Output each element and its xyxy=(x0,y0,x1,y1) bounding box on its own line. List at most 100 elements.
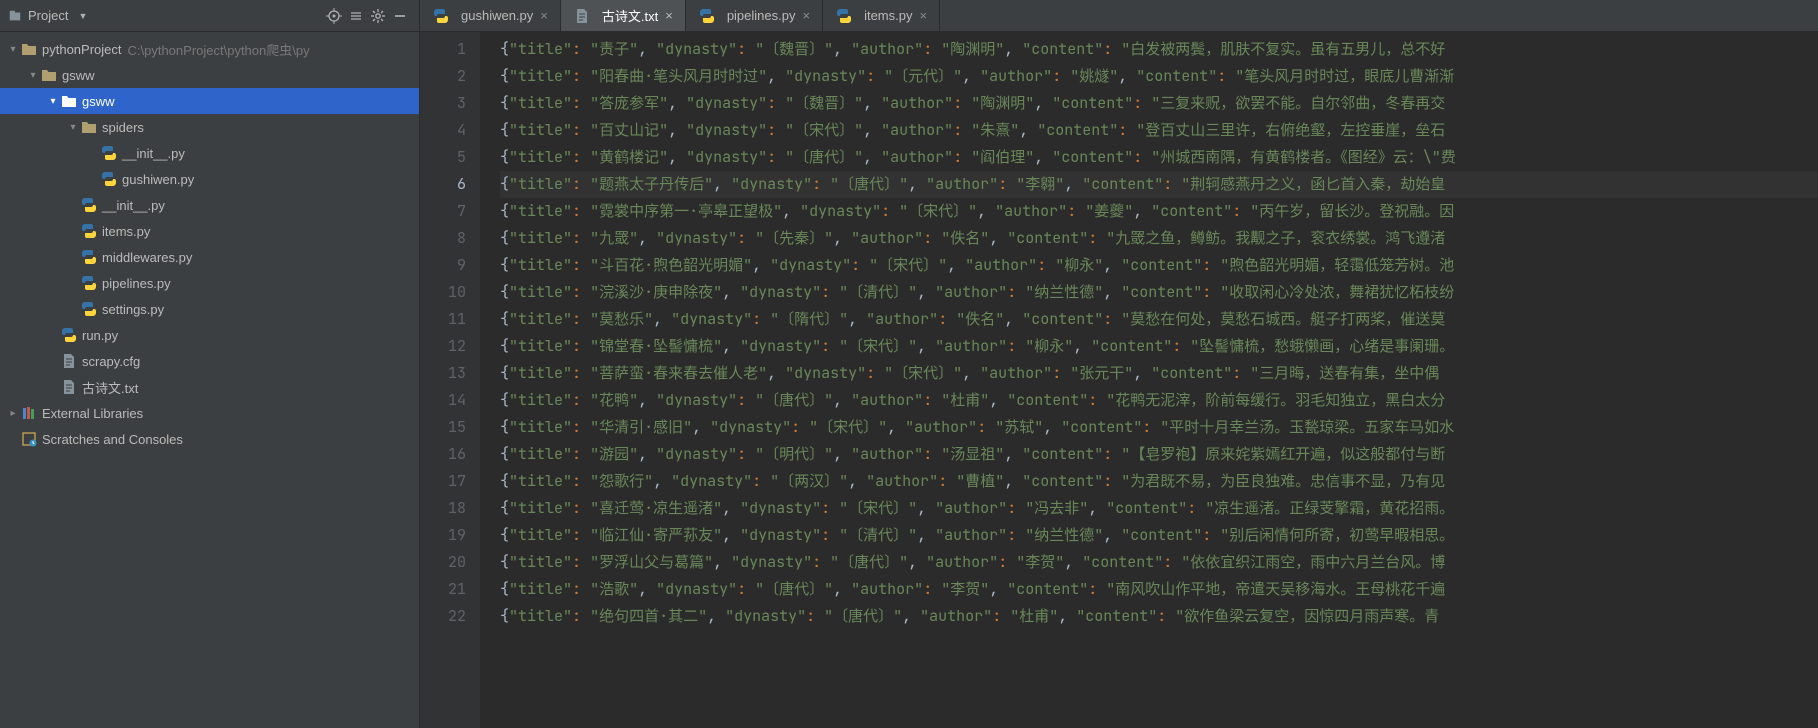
code-line[interactable]: {"title": "九罭", "dynasty": "〔先秦〕", "auth… xyxy=(500,225,1818,252)
line-number: 22 xyxy=(420,603,466,630)
code-line[interactable]: {"title": "临江仙·寄严荪友", "dynasty": "〔清代〕",… xyxy=(500,522,1818,549)
line-number: 8 xyxy=(420,225,466,252)
line-number: 9 xyxy=(420,252,466,279)
editor-tab[interactable]: pipelines.py × xyxy=(686,0,823,31)
line-number: 20 xyxy=(420,549,466,576)
code-line[interactable]: {"title": "华清引·感旧", "dynasty": "〔宋代〕", "… xyxy=(500,414,1818,441)
editor-area: gushiwen.py×古诗文.txt×pipelines.py×items.p… xyxy=(420,0,1818,728)
py-icon xyxy=(80,301,98,317)
code-line[interactable]: {"title": "百丈山记", "dynasty": "〔宋代〕", "au… xyxy=(500,117,1818,144)
tree-row[interactable]: ▾pythonProjectC:\pythonProject\python爬虫\… xyxy=(0,36,419,62)
code-line[interactable]: {"title": "浩歌", "dynasty": "〔唐代〕", "auth… xyxy=(500,576,1818,603)
tree-row[interactable]: run.py xyxy=(0,322,419,348)
project-tree[interactable]: ▾pythonProjectC:\pythonProject\python爬虫\… xyxy=(0,32,419,728)
tree-row[interactable]: __init__.py xyxy=(0,192,419,218)
chevron-right-icon: ▸ xyxy=(6,408,20,419)
hide-icon[interactable] xyxy=(389,5,411,27)
code-line[interactable]: {"title": "游园", "dynasty": "〔明代〕", "auth… xyxy=(500,441,1818,468)
tree-row[interactable]: gushiwen.py xyxy=(0,166,419,192)
editor-tabs: gushiwen.py×古诗文.txt×pipelines.py×items.p… xyxy=(420,0,1818,32)
line-number: 1 xyxy=(420,36,466,63)
line-number: 19 xyxy=(420,522,466,549)
chevron-down-icon: ▼ xyxy=(78,11,87,21)
gear-icon[interactable] xyxy=(367,5,389,27)
tab-label: gushiwen.py xyxy=(461,8,533,23)
tree-row[interactable]: pipelines.py xyxy=(0,270,419,296)
code-line[interactable]: {"title": "阳春曲·笔头风月时时过", "dynasty": "〔元代… xyxy=(500,63,1818,90)
tree-label: __init__.py xyxy=(122,146,185,161)
code-line[interactable]: {"title": "斗百花·煦色韶光明媚", "dynasty": "〔宋代〕… xyxy=(500,252,1818,279)
line-number: 6 xyxy=(420,171,466,198)
code-line[interactable]: {"title": "花鸭", "dynasty": "〔唐代〕", "auth… xyxy=(500,387,1818,414)
line-number: 12 xyxy=(420,333,466,360)
tree-row[interactable]: scrapy.cfg xyxy=(0,348,419,374)
code-line[interactable]: {"title": "答庞参军", "dynasty": "〔魏晋〕", "au… xyxy=(500,90,1818,117)
code-viewport[interactable]: 12345678910111213141516171819202122 {"ti… xyxy=(420,32,1818,728)
py-icon xyxy=(80,249,98,265)
code-line[interactable]: {"title": "黄鹤楼记", "dynasty": "〔唐代〕", "au… xyxy=(500,144,1818,171)
close-icon[interactable]: × xyxy=(802,8,810,23)
tree-row[interactable]: middlewares.py xyxy=(0,244,419,270)
tree-row[interactable]: 古诗文.txt xyxy=(0,374,419,400)
line-number: 17 xyxy=(420,468,466,495)
close-icon[interactable]: × xyxy=(540,8,548,23)
line-number: 5 xyxy=(420,144,466,171)
sidebar-title: Project xyxy=(28,8,68,23)
sidebar-header: Project ▼ xyxy=(0,0,419,32)
tree-row[interactable]: ▾gsww xyxy=(0,62,419,88)
py-icon xyxy=(100,145,118,161)
tree-row[interactable]: ▾gsww xyxy=(0,88,419,114)
tree-label: Scratches and Consoles xyxy=(42,432,183,447)
code-line[interactable]: {"title": "怨歌行", "dynasty": "〔两汉〕", "aut… xyxy=(500,468,1818,495)
py-icon xyxy=(698,8,716,24)
close-icon[interactable]: × xyxy=(919,8,927,23)
line-number: 14 xyxy=(420,387,466,414)
close-icon[interactable]: × xyxy=(665,8,673,23)
line-gutter: 12345678910111213141516171819202122 xyxy=(420,32,480,728)
tree-label: gushiwen.py xyxy=(122,172,194,187)
code-line[interactable]: {"title": "责子", "dynasty": "〔魏晋〕", "auth… xyxy=(500,36,1818,63)
code-line[interactable]: {"title": "题燕太子丹传后", "dynasty": "〔唐代〕", … xyxy=(500,171,1818,198)
tree-label: middlewares.py xyxy=(102,250,192,265)
code-line[interactable]: {"title": "锦堂春·坠髻慵梳", "dynasty": "〔宋代〕",… xyxy=(500,333,1818,360)
py-icon xyxy=(60,327,78,343)
code-line[interactable]: {"title": "莫愁乐", "dynasty": "〔隋代〕", "aut… xyxy=(500,306,1818,333)
project-dropdown[interactable]: Project ▼ xyxy=(8,8,87,23)
line-number: 18 xyxy=(420,495,466,522)
code-line[interactable]: {"title": "罗浮山父与葛篇", "dynasty": "〔唐代〕", … xyxy=(500,549,1818,576)
tab-label: pipelines.py xyxy=(727,8,796,23)
lib-icon xyxy=(20,406,38,420)
chevron-down-icon: ▾ xyxy=(26,70,40,81)
tree-label: spiders xyxy=(102,120,144,135)
editor-tab[interactable]: gushiwen.py × xyxy=(420,0,561,31)
editor-tab[interactable]: items.py × xyxy=(823,0,940,31)
tab-label: items.py xyxy=(864,8,912,23)
chevron-down-icon: ▾ xyxy=(6,44,20,55)
locate-icon[interactable] xyxy=(323,5,345,27)
code-line[interactable]: {"title": "浣溪沙·庚申除夜", "dynasty": "〔清代〕",… xyxy=(500,279,1818,306)
line-number: 13 xyxy=(420,360,466,387)
editor-tab[interactable]: 古诗文.txt× xyxy=(561,0,686,31)
tree-row[interactable]: items.py xyxy=(0,218,419,244)
code-line[interactable]: {"title": "菩萨蛮·春来春去催人老", "dynasty": "〔宋代… xyxy=(500,360,1818,387)
code-line[interactable]: {"title": "霓裳中序第一·亭皋正望极", "dynasty": "〔宋… xyxy=(500,198,1818,225)
py-icon xyxy=(835,8,853,24)
code-content[interactable]: {"title": "责子", "dynasty": "〔魏晋〕", "auth… xyxy=(480,32,1818,728)
tree-row[interactable]: Scratches and Consoles xyxy=(0,426,419,452)
tree-row[interactable]: settings.py xyxy=(0,296,419,322)
tree-row[interactable]: ▾spiders xyxy=(0,114,419,140)
txt-icon xyxy=(573,8,591,24)
tree-row[interactable]: __init__.py xyxy=(0,140,419,166)
expand-all-icon[interactable] xyxy=(345,5,367,27)
project-sidebar: Project ▼ ▾pythonProjectC:\pythonProject… xyxy=(0,0,420,728)
code-line[interactable]: {"title": "绝句四首·其二", "dynasty": "〔唐代〕", … xyxy=(500,603,1818,630)
line-number: 11 xyxy=(420,306,466,333)
tree-label: pythonProject xyxy=(42,42,122,57)
py-icon xyxy=(432,8,450,24)
tree-row[interactable]: ▸External Libraries xyxy=(0,400,419,426)
py-icon xyxy=(80,223,98,239)
code-line[interactable]: {"title": "喜迁莺·凉生遥渚", "dynasty": "〔宋代〕",… xyxy=(500,495,1818,522)
py-icon xyxy=(80,197,98,213)
dir-icon xyxy=(80,120,98,134)
scr-icon xyxy=(20,431,38,447)
